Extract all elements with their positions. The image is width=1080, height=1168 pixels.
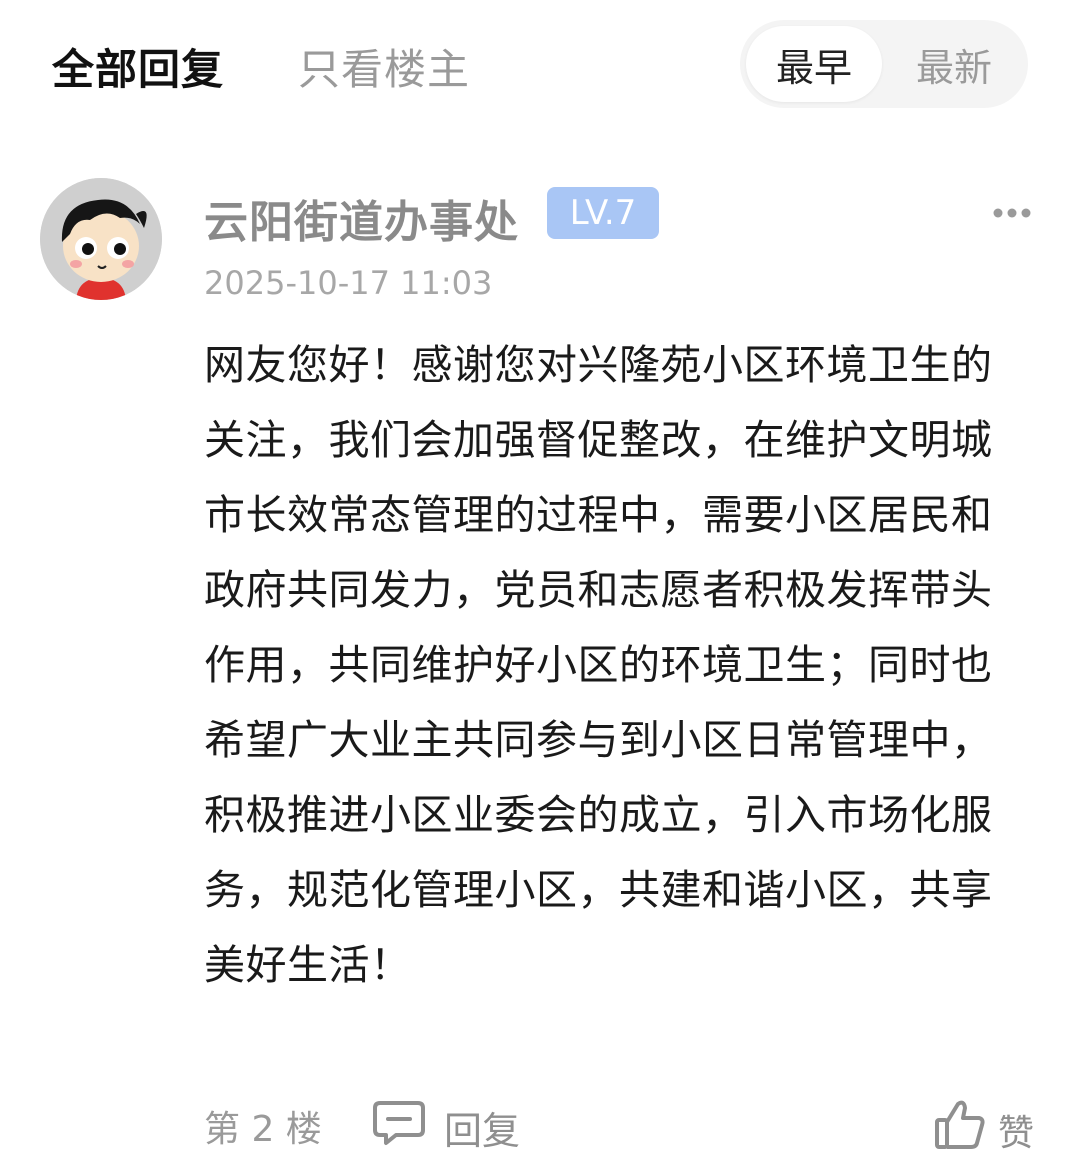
post-timestamp: 2025-10-17 11:03 [204,264,493,302]
tab-all-replies[interactable]: 全部回复 [52,36,224,97]
more-dots-icon[interactable] [992,205,1032,221]
sort-latest-button[interactable]: 最新 [886,26,1022,102]
post-content: 网友您好！感谢您对兴隆苑小区环境卫生的关注，我们会加强督促整改，在维护文明城市长… [204,341,993,989]
comment-bubble-icon[interactable] [372,1100,426,1146]
like-button[interactable]: 赞 [998,1104,1034,1156]
floor-number: 第 2 楼 [204,1109,322,1150]
thumbs-up-icon[interactable] [934,1098,986,1150]
sort-earliest-button[interactable]: 最早 [746,26,882,102]
author-name[interactable]: 云阳街道办事处 [204,186,519,250]
reply-button[interactable]: 回复 [444,1100,520,1155]
reply-filter-tabs: 全部回复 只看楼主 [52,36,544,97]
tab-op-only[interactable]: 只看楼主 [298,36,470,97]
level-badge: LV.7 [547,187,659,239]
sort-toggle: 最早 最新 [740,20,1028,108]
avatar[interactable] [40,178,162,300]
cartoon-avatar-icon [40,178,162,300]
